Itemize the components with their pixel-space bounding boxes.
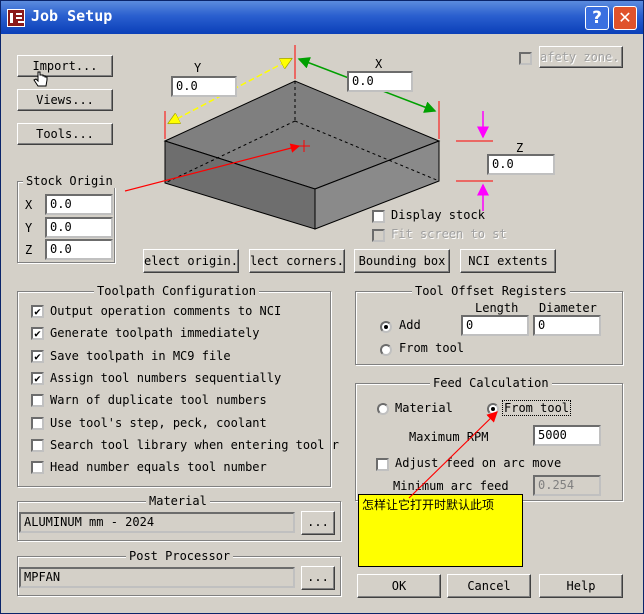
mastercam-app-icon (7, 9, 25, 27)
toolpath-option-label: Use tool's step, peck, coolant (50, 415, 267, 430)
toolpath-option-checkbox[interactable]: ✔ (31, 349, 44, 363)
tool-offset-title: Tool Offset Registers (412, 284, 570, 298)
post-processor-title: Post Processor (126, 549, 234, 563)
select-corners-button[interactable]: lect corners.. (249, 249, 345, 273)
x-dimension-label: X (375, 57, 383, 71)
fit-screen-label: Fit screen to st (391, 227, 507, 241)
from-tool-offset-label: From tool (399, 341, 465, 355)
origin-y-field[interactable]: 0.0 (45, 217, 113, 238)
toolpath-option-label: Warn of duplicate tool numbers (50, 393, 267, 408)
toolpath-option-label: Assign tool numbers sequentially (50, 370, 282, 385)
length-header: Length (475, 301, 519, 315)
z-dimension-label: Z (516, 141, 524, 155)
from-tool-offset-radio[interactable] (380, 344, 392, 356)
toolpath-option-checkbox[interactable] (31, 394, 44, 408)
cancel-button[interactable]: Cancel (447, 574, 531, 598)
toolpath-option-label: Save toolpath in MC9 file (50, 348, 231, 363)
origin-y-label: Y (25, 221, 33, 235)
origin-z-label: Z (25, 243, 33, 257)
z-dimension-field[interactable]: 0.0 (487, 154, 555, 175)
window-title: Job Setup (31, 7, 113, 25)
toolpath-option-checkbox[interactable]: ✔ (31, 305, 44, 318)
feed-calculation-title: Feed Calculation (430, 376, 552, 390)
origin-z-field[interactable]: 0.0 (45, 239, 113, 260)
toolpath-option-checkbox[interactable]: ✔ (31, 327, 44, 341)
help-button[interactable]: Help (539, 574, 623, 598)
adjust-feed-checkbox[interactable] (376, 458, 389, 471)
help-title-button[interactable]: ? (585, 6, 609, 30)
stock-origin-title: Stock Origin (23, 174, 116, 188)
min-arc-feed-field[interactable]: 0.254 (533, 475, 601, 496)
toolpath-option-label: Head number equals tool number (50, 460, 267, 475)
material-field: ALUMINUM mm - 2024 (19, 512, 295, 533)
toolpath-config-title: Toolpath Configuration (94, 284, 259, 298)
toolpath-option-label: Output operation comments to NCI (50, 304, 282, 318)
length-field[interactable]: 0 (461, 315, 529, 336)
ok-button[interactable]: OK (357, 574, 441, 598)
nci-extents-button[interactable]: NCI extents (460, 249, 556, 273)
title-bar: Job Setup ? ✕ (1, 1, 643, 34)
toolpath-config-group: Toolpath Configuration (17, 284, 331, 487)
import-button[interactable]: Import... (17, 55, 113, 77)
add-radio[interactable] (380, 321, 392, 333)
material-title: Material (146, 494, 210, 508)
x-dimension-field[interactable]: 0.0 (347, 71, 413, 92)
material-browse-button[interactable]: ... (301, 511, 335, 535)
toolpath-option-checkbox[interactable]: ✔ (31, 371, 44, 385)
origin-x-label: X (25, 198, 33, 212)
annotation-arrow (408, 411, 498, 499)
bounding-box-button[interactable]: Bounding box (354, 249, 450, 273)
max-rpm-field[interactable]: 5000 (533, 425, 601, 446)
y-dimension-field[interactable]: 0.0 (171, 76, 237, 97)
origin-x-field[interactable]: 0.0 (45, 194, 113, 215)
from-tool-feed-label: From tool (501, 400, 572, 416)
job-setup-dialog: Job Setup ? ✕ Import... Views... Tools..… (0, 0, 644, 614)
y-dimension-label: Y (194, 61, 202, 75)
post-processor-browse-button[interactable]: ... (301, 566, 335, 590)
display-stock-checkbox[interactable] (372, 210, 385, 223)
fit-screen-checkbox[interactable] (372, 229, 385, 242)
toolpath-option-checkbox[interactable] (31, 461, 44, 475)
safety-zone-button[interactable]: afety zone.. (539, 46, 623, 68)
hand-cursor-icon (33, 71, 48, 87)
toolpath-option-label: Search tool library when entering tool r (50, 437, 339, 452)
material-radio[interactable] (377, 403, 389, 415)
views-button[interactable]: Views... (17, 89, 113, 111)
diameter-field[interactable]: 0 (533, 315, 601, 336)
add-label: Add (399, 318, 421, 332)
display-stock-label: Display stock (391, 208, 485, 222)
toolpath-option-label: Generate toolpath immediately (50, 326, 260, 341)
close-button[interactable]: ✕ (613, 6, 637, 30)
tools-button[interactable]: Tools... (17, 123, 113, 145)
post-processor-field: MPFAN (19, 567, 295, 588)
diameter-header: Diameter (539, 301, 597, 315)
select-origin-button[interactable]: elect origin.. (143, 249, 239, 273)
safety-zone-checkbox[interactable] (519, 52, 532, 65)
toolpath-option-checkbox[interactable] (31, 416, 44, 430)
toolpath-option-checkbox[interactable] (31, 438, 44, 452)
